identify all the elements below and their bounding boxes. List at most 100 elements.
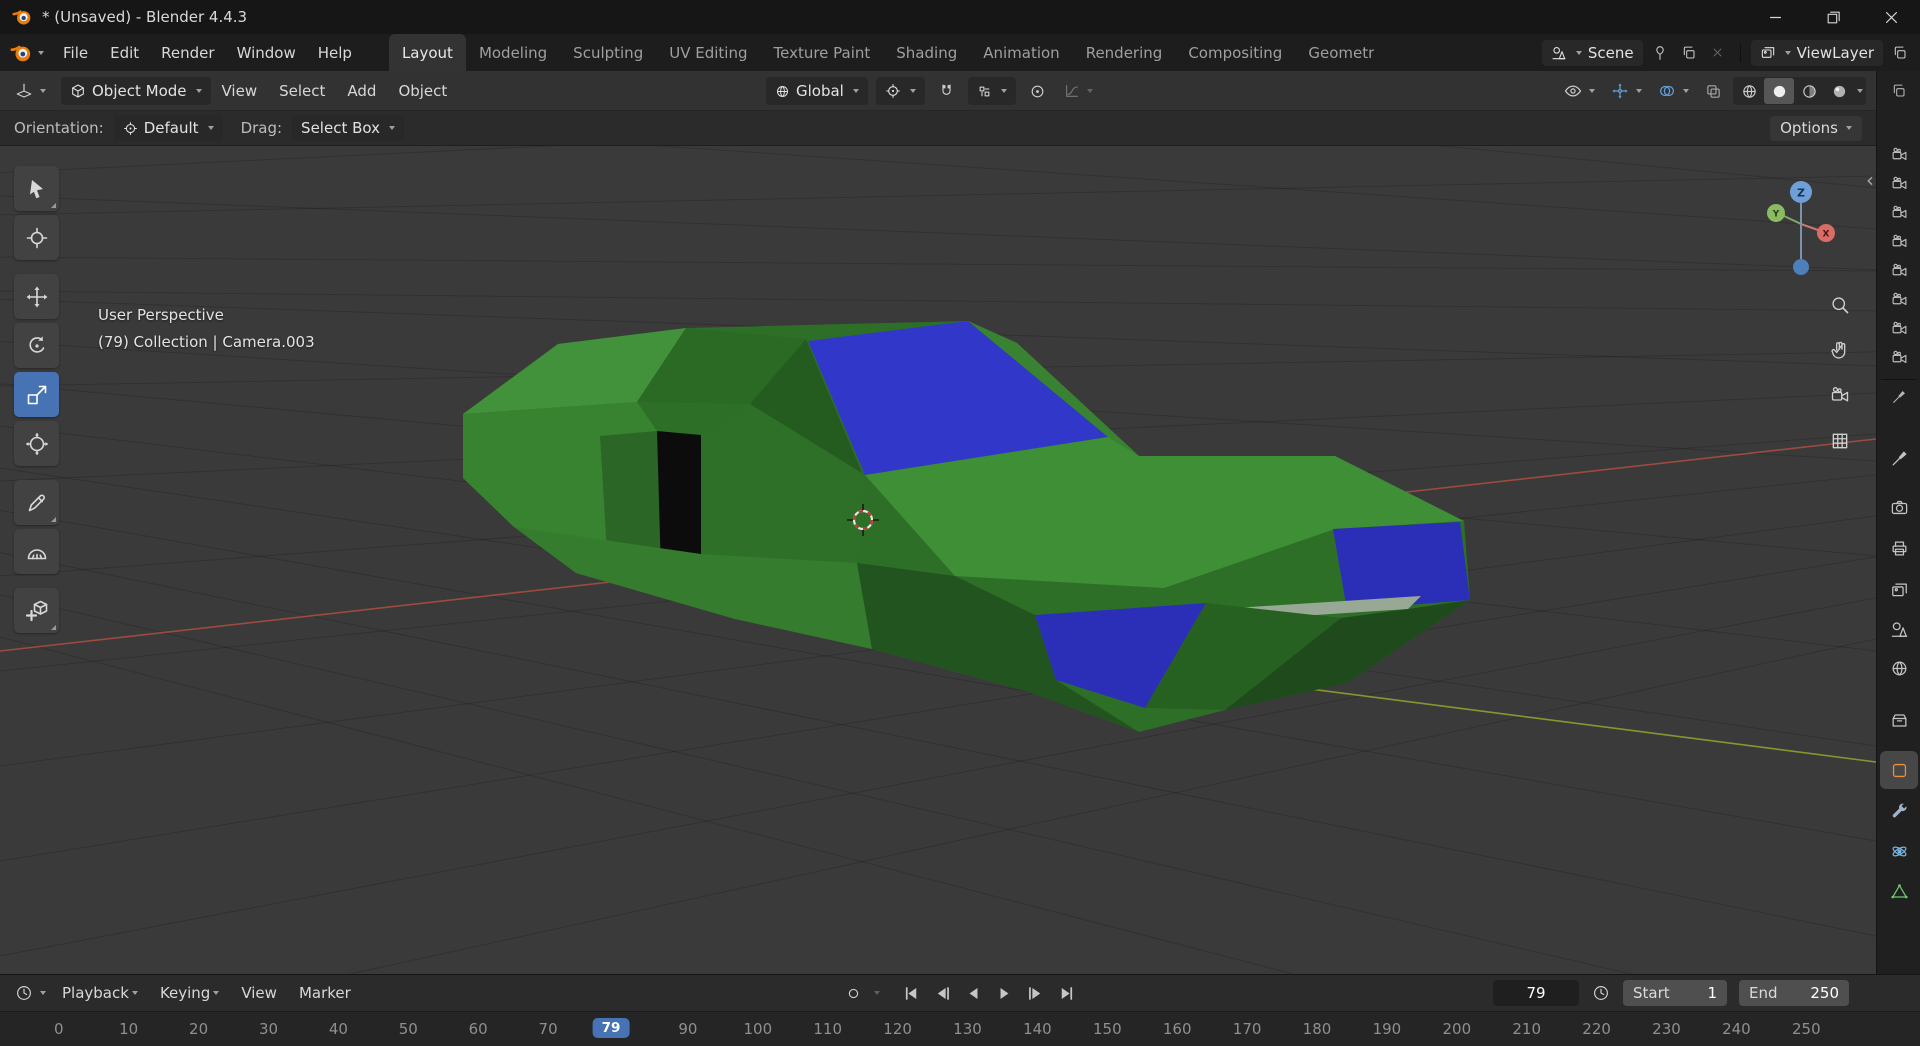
- zoom-button[interactable]: [1827, 292, 1853, 318]
- workspace-tab-shading[interactable]: Shading: [883, 34, 970, 71]
- car-object[interactable]: [463, 321, 1470, 732]
- menu-select[interactable]: Select: [268, 82, 336, 100]
- menu-edit[interactable]: Edit: [99, 34, 150, 71]
- new-scene-button[interactable]: [1677, 40, 1701, 66]
- minimize-button[interactable]: [1746, 0, 1804, 34]
- proportional-edit-toggle[interactable]: [1024, 77, 1051, 105]
- menu-render[interactable]: Render: [150, 34, 225, 71]
- outliner-item-camera-0[interactable]: [1877, 140, 1920, 169]
- menu-file[interactable]: File: [52, 34, 99, 71]
- start-frame-field[interactable]: Start 1: [1623, 980, 1727, 1006]
- workspace-tab-animation[interactable]: Animation: [970, 34, 1072, 71]
- tool-transform-button[interactable]: [14, 421, 59, 466]
- scene-selector[interactable]: Scene: [1541, 39, 1643, 66]
- xray-toggle[interactable]: [1700, 77, 1727, 105]
- tool-move-button[interactable]: [14, 274, 59, 319]
- menu-marker[interactable]: Marker: [288, 984, 362, 1002]
- workspace-tab-texture-paint[interactable]: Texture Paint: [760, 34, 883, 71]
- properties-tab-world[interactable]: [1880, 649, 1918, 687]
- tool-cursor-button[interactable]: [14, 215, 59, 260]
- tool-measure-button[interactable]: [14, 529, 59, 574]
- next-keyframe-button[interactable]: [1022, 980, 1049, 1006]
- tool-annotate-button[interactable]: [14, 480, 59, 525]
- timeline-editor-button[interactable]: [10, 979, 51, 1007]
- window-titlebar[interactable]: * (Unsaved) - Blender 4.4.3: [0, 0, 1920, 34]
- outliner-item-camera-3[interactable]: [1877, 227, 1920, 256]
- workspace-tab-layout[interactable]: Layout: [388, 34, 466, 71]
- tool-scale-button[interactable]: [14, 372, 59, 417]
- menu-view[interactable]: View: [211, 82, 269, 100]
- properties-tab-scene[interactable]: [1880, 610, 1918, 648]
- menu-help[interactable]: Help: [307, 34, 363, 71]
- object-visibility-dropdown[interactable]: [1559, 77, 1600, 105]
- workspace-tab-rendering[interactable]: Rendering: [1073, 34, 1176, 71]
- jump-to-end-button[interactable]: [1053, 980, 1080, 1006]
- mode-selector[interactable]: Object Mode: [61, 76, 211, 105]
- properties-tab-object[interactable]: [1880, 751, 1918, 789]
- properties-tab-modifiers[interactable]: [1880, 791, 1918, 829]
- end-frame-field[interactable]: End 250: [1739, 980, 1849, 1006]
- jump-to-start-button[interactable]: [898, 980, 925, 1006]
- properties-tab-render[interactable]: [1880, 488, 1918, 526]
- shading-rendered-button[interactable]: [1824, 78, 1854, 104]
- outliner-item-camera-5[interactable]: [1877, 285, 1920, 314]
- workspace-tab-modeling[interactable]: Modeling: [466, 34, 560, 71]
- current-frame-marker[interactable]: 79: [592, 1018, 630, 1038]
- tool-add-cube-button[interactable]: [14, 588, 59, 633]
- shading-solid-button[interactable]: [1764, 78, 1794, 104]
- tool-select-box-button[interactable]: [14, 166, 59, 211]
- play-button[interactable]: [991, 980, 1018, 1006]
- snap-toggle[interactable]: [933, 77, 960, 105]
- new-view-layer-button[interactable]: [1888, 40, 1912, 66]
- gizmo-axis-z-negative[interactable]: [1793, 259, 1809, 275]
- camera-view-button[interactable]: [1827, 382, 1853, 408]
- outliner-item-camera-7[interactable]: [1877, 343, 1920, 372]
- tool-rotate-button[interactable]: [14, 323, 59, 368]
- properties-tab-view-layer[interactable]: [1880, 571, 1918, 609]
- previous-keyframe-button[interactable]: [929, 980, 956, 1006]
- editor-type-button[interactable]: [10, 77, 51, 105]
- menu-add[interactable]: Add: [336, 82, 387, 100]
- options-dropdown[interactable]: Options: [1770, 115, 1862, 141]
- properties-tab-collection[interactable]: [1880, 701, 1918, 739]
- outliner-item-camera-4[interactable]: [1877, 256, 1920, 285]
- pan-button[interactable]: [1827, 337, 1853, 363]
- play-reverse-button[interactable]: [960, 980, 987, 1006]
- workspace-tab-geometry-nodes[interactable]: Geometry Nodes: [1295, 34, 1374, 71]
- timeline-ruler[interactable]: 79 0 10 20 30 40 50 60 70 90 100 110 120 130 140 150 16…: [0, 1011, 1920, 1046]
- workspace-tab-sculpting[interactable]: Sculpting: [560, 34, 656, 71]
- menu-window[interactable]: Window: [226, 34, 307, 71]
- current-frame-field[interactable]: 79: [1493, 980, 1579, 1006]
- unlink-scene-button[interactable]: [1706, 40, 1730, 66]
- properties-tab-object-data[interactable]: [1880, 872, 1918, 910]
- properties-tab-physics[interactable]: [1880, 832, 1918, 870]
- drag-mode-dropdown[interactable]: Select Box: [292, 115, 404, 141]
- preview-range-toggle[interactable]: [1587, 979, 1615, 1007]
- tool-orientation-dropdown[interactable]: Default: [113, 115, 223, 141]
- view-layer-selector[interactable]: ViewLayer: [1750, 39, 1883, 66]
- workspace-tab-uv-editing[interactable]: UV Editing: [656, 34, 760, 71]
- outliner-item-camera-2[interactable]: [1877, 198, 1920, 227]
- outliner-item-camera-1[interactable]: [1877, 169, 1920, 198]
- shading-wireframe-button[interactable]: [1734, 78, 1764, 104]
- menu-timeline-view[interactable]: View: [230, 984, 288, 1002]
- snap-settings-dropdown[interactable]: [967, 77, 1016, 105]
- pivot-point-dropdown[interactable]: [875, 77, 925, 105]
- navigation-gizmo[interactable]: Z Y X: [1756, 179, 1846, 279]
- ortho-toggle-button[interactable]: [1827, 428, 1853, 454]
- falloff-dropdown[interactable]: [1059, 77, 1098, 105]
- menu-keying[interactable]: Keying: [149, 984, 230, 1002]
- show-gizmos-dropdown[interactable]: [1606, 77, 1647, 105]
- pin-scene-button[interactable]: [1648, 40, 1672, 66]
- workspace-tab-compositing[interactable]: Compositing: [1175, 34, 1295, 71]
- viewport-canvas[interactable]: [0, 146, 1876, 974]
- menu-object[interactable]: Object: [387, 82, 458, 100]
- orientation-dropdown[interactable]: Global: [766, 77, 868, 105]
- close-button[interactable]: [1862, 0, 1920, 34]
- blender-menu-button[interactable]: [0, 34, 52, 71]
- properties-tab-output[interactable]: [1880, 529, 1918, 567]
- show-overlays-dropdown[interactable]: [1653, 77, 1694, 105]
- properties-tab-tool[interactable]: [1880, 439, 1918, 477]
- auto-keying-toggle[interactable]: [840, 979, 867, 1007]
- menu-playback[interactable]: Playback: [51, 984, 149, 1002]
